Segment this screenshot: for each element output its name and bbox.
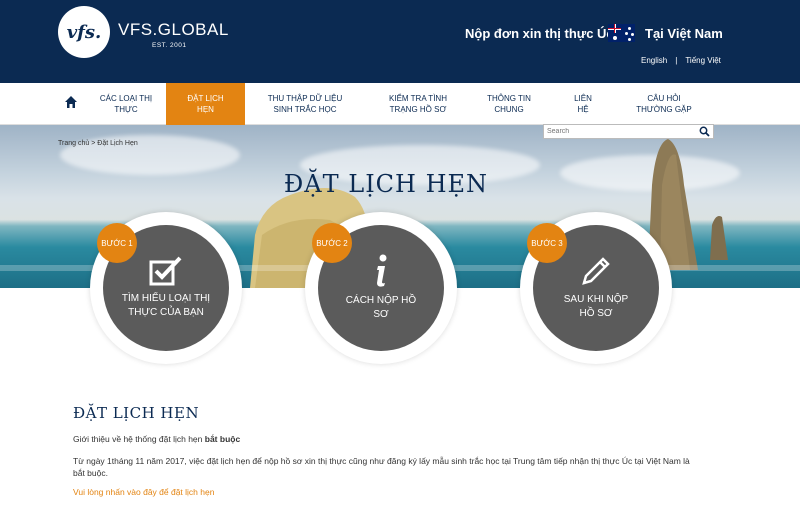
step-2-label: CÁCH NỘP HỒ SƠ (345, 295, 417, 320)
intro-bold: bắt buộc (204, 434, 241, 444)
breadcrumb-separator: > (91, 140, 96, 147)
step-1-label: TÌM HIỂU LOẠI THỊ THỰC CỦA BẠN (121, 293, 211, 318)
home-icon[interactable] (64, 95, 78, 109)
language-vietnamese[interactable]: Tiếng Việt (685, 56, 721, 65)
search-button[interactable] (696, 125, 713, 138)
checkbox-icon (149, 256, 182, 286)
step-3-label: SAU KHI NỘP HỒ SƠ (563, 294, 629, 319)
brand-name: VFS.GLOBAL (118, 20, 229, 39)
vfs-logo[interactable]: vfs. (58, 6, 110, 58)
site-header: vfs. VFS.GLOBAL EST. 2001 Nộp đơn xin th… (0, 0, 800, 83)
main-nav: CÁC LOẠI THỊ THỰC ĐẶT LỊCH HẸN THU THẬP … (0, 83, 800, 125)
hero-title: ĐẶT LỊCH HẸN (283, 170, 489, 198)
search-icon (699, 126, 710, 137)
pencil-icon (582, 257, 610, 285)
breadcrumb: Trang chủ > Đặt Lịch Hẹn (58, 140, 138, 147)
language-english[interactable]: English (641, 56, 667, 65)
language-switcher: English | Tiếng Việt (641, 56, 721, 65)
nav-track-application[interactable]: KIỂM TRA TÌNH TRẠNG HỒ SƠ (380, 83, 456, 125)
apply-title: Nộp đơn xin thị thực Úc (465, 26, 614, 41)
nav-visa-types[interactable]: CÁC LOẠI THỊ THỰC (98, 83, 154, 125)
intro-text: Giới thiệu về hệ thống đặt lịch hẹn bắt … (73, 434, 240, 444)
step-2-badge: BƯỚC 2 (312, 223, 352, 263)
book-appointment-link[interactable]: Vui lòng nhấn vào đây để đặt lịch hẹn (73, 487, 214, 497)
info-paragraph: Từ ngày 1tháng 11 năm 2017, việc đặt lịc… (73, 456, 690, 478)
location-label: Tại Việt Nam (645, 26, 723, 41)
section-title: ĐẶT LỊCH HẸN (73, 404, 200, 422)
nav-general-info[interactable]: THÔNG TIN CHUNG (484, 83, 534, 125)
nav-contact[interactable]: LIÊN HỆ (568, 83, 598, 125)
search-input[interactable] (544, 125, 696, 138)
australia-flag-icon (608, 24, 635, 42)
step-1-badge: BƯỚC 1 (97, 223, 137, 263)
nav-book-appointment[interactable]: ĐẶT LỊCH HẸN (166, 83, 245, 125)
search-box (543, 124, 714, 139)
breadcrumb-current: Đặt Lịch Hẹn (97, 140, 138, 147)
step-3-badge: BƯỚC 3 (527, 223, 567, 263)
intro-prefix: Giới thiệu về hệ thống đặt lịch hẹn (73, 434, 203, 444)
language-divider: | (675, 56, 678, 65)
brand-established: EST. 2001 (152, 42, 187, 49)
info-icon (377, 254, 387, 287)
nav-biometrics[interactable]: THU THẬP DỮ LIỆU SINH TRẮC HỌC (260, 83, 350, 125)
nav-faq[interactable]: CÂU HỎI THƯỜNG GẶP (630, 83, 698, 125)
breadcrumb-home[interactable]: Trang chủ (58, 140, 89, 147)
logo-text: vfs. (66, 21, 102, 43)
